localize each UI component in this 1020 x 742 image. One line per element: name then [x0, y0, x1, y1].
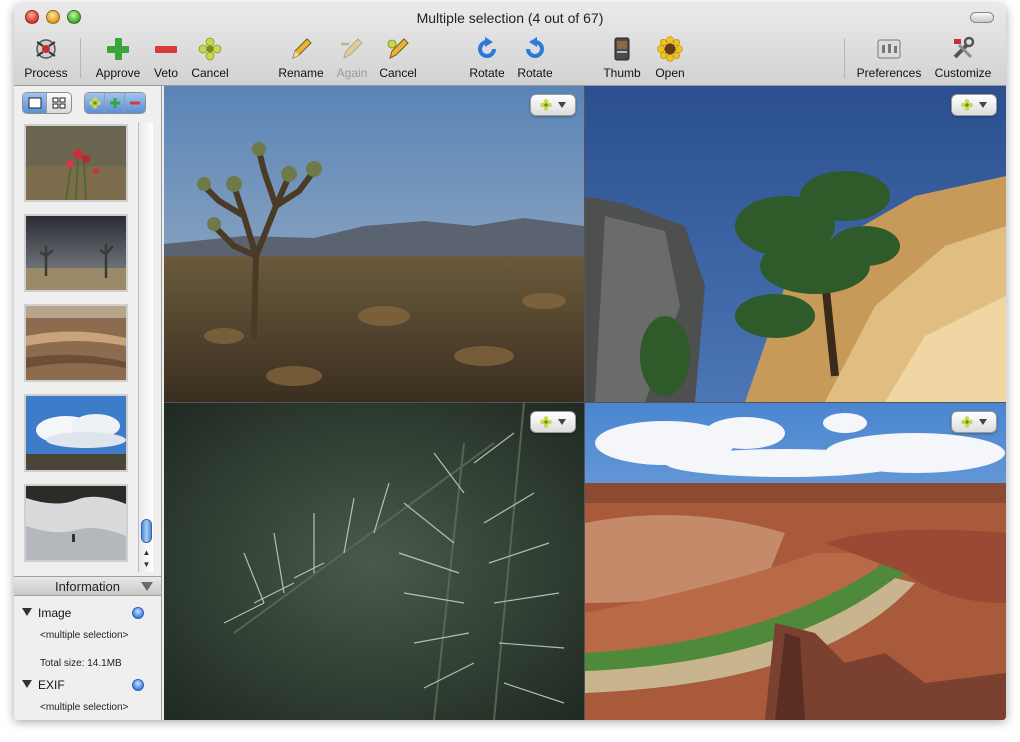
- sunflower-icon: [655, 34, 685, 64]
- image-section-header[interactable]: Image: [22, 606, 71, 620]
- title-bar[interactable]: Multiple selection (4 out of 67): [14, 4, 1006, 32]
- total-size-value: Total size: 14.1MB: [40, 658, 122, 669]
- minus-filter-icon[interactable]: [125, 93, 145, 113]
- image-cell-canyon-river[interactable]: [585, 403, 1006, 720]
- process-icon: [31, 34, 61, 64]
- thumb-button[interactable]: Thumb: [600, 34, 644, 80]
- dropdown-caret-icon: [558, 419, 566, 425]
- image-cell-pine-needles[interactable]: [164, 403, 584, 720]
- dropdown-caret-icon: [979, 419, 987, 425]
- flower-icon: [961, 416, 973, 428]
- rotate-counterclockwise-label: Rotate: [517, 66, 553, 80]
- rotate-clockwise-icon: [472, 34, 502, 64]
- flower-icon: [961, 99, 973, 111]
- image-flag-menu[interactable]: [530, 94, 576, 116]
- thumbnail[interactable]: [24, 394, 128, 472]
- app-window: Multiple selection (4 out of 67) Process: [14, 4, 1006, 720]
- open-button[interactable]: Open: [650, 34, 690, 80]
- image-grid: [164, 86, 1006, 720]
- cancel-flag-button[interactable]: Cancel: [190, 34, 230, 80]
- image-flag-menu[interactable]: [530, 411, 576, 433]
- rotate-counterclockwise-icon: [520, 34, 550, 64]
- plus-filter-icon[interactable]: [105, 93, 125, 113]
- exif-section-title: EXIF: [38, 678, 65, 692]
- scroll-down-arrow-icon[interactable]: ▼: [139, 558, 154, 571]
- tools-icon: [948, 34, 978, 64]
- window-chrome: Multiple selection (4 out of 67) Process: [14, 4, 1006, 86]
- single-view-icon[interactable]: [23, 93, 47, 113]
- rotate-clockwise-label: Rotate: [469, 66, 505, 80]
- approve-button[interactable]: Approve: [94, 34, 142, 80]
- minus-icon: [151, 34, 181, 64]
- cancel-rename-button[interactable]: Cancel: [376, 34, 420, 80]
- flower-icon: [195, 34, 225, 64]
- disclosure-triangle-icon[interactable]: [22, 680, 32, 688]
- image-cell-pine-on-cliff[interactable]: [585, 86, 1006, 402]
- toolbar: Process Approve Veto Cancel Rename Again…: [14, 32, 1006, 86]
- pencil-again-icon: [337, 34, 367, 64]
- info-action-icon[interactable]: [132, 607, 144, 619]
- thumbnail[interactable]: [24, 484, 128, 562]
- cancel-rename-label: Cancel: [379, 66, 417, 80]
- scrollbar-knob[interactable]: [141, 519, 152, 543]
- rotate-clockwise-button[interactable]: Rotate: [466, 34, 508, 80]
- process-button[interactable]: Process: [24, 34, 68, 80]
- preferences-button[interactable]: Preferences: [854, 34, 924, 80]
- pencil-icon: [286, 34, 316, 64]
- flower-icon: [540, 416, 552, 428]
- exif-section-value: <multiple selection>: [40, 702, 129, 713]
- rename-label: Rename: [278, 66, 324, 80]
- customize-button[interactable]: Customize: [930, 34, 996, 80]
- cancel-flag-label: Cancel: [191, 66, 229, 80]
- toolbar-separator: [844, 38, 845, 78]
- image-flag-menu[interactable]: [951, 94, 997, 116]
- process-label: Process: [24, 66, 68, 80]
- sidebar: ▲ ▼ Information Image <multiple selectio…: [14, 86, 162, 720]
- dropdown-caret-icon: [979, 102, 987, 108]
- information-title: Information: [54, 579, 121, 594]
- approve-label: Approve: [95, 66, 141, 80]
- grid-view-icon[interactable]: [47, 93, 71, 113]
- flower-icon: [540, 99, 552, 111]
- rotate-counterclockwise-button[interactable]: Rotate: [514, 34, 556, 80]
- veto-button[interactable]: Veto: [148, 34, 184, 80]
- preferences-icon: [874, 34, 904, 64]
- open-label: Open: [655, 66, 685, 80]
- toolbar-toggle-button[interactable]: [970, 12, 994, 23]
- rename-button[interactable]: Rename: [276, 34, 326, 80]
- thumbnail[interactable]: [24, 304, 128, 382]
- thumb-label: Thumb: [603, 66, 641, 80]
- toolbar-separator: [80, 38, 81, 78]
- again-button[interactable]: Again: [332, 34, 372, 80]
- flower-filter-icon[interactable]: [85, 93, 105, 113]
- image-section-value: <multiple selection>: [40, 630, 129, 641]
- exif-section-header[interactable]: EXIF: [22, 678, 65, 692]
- collapse-triangle-icon[interactable]: [141, 582, 153, 591]
- thumb-icon: [607, 34, 637, 64]
- image-section-title: Image: [38, 606, 72, 620]
- thumbnail[interactable]: [24, 214, 128, 292]
- again-label: Again: [336, 66, 368, 80]
- dropdown-caret-icon: [558, 102, 566, 108]
- disclosure-triangle-icon[interactable]: [22, 608, 32, 616]
- customize-label: Customize: [934, 66, 992, 80]
- pencil-cancel-icon: [383, 34, 413, 64]
- thumbnail-scrollbar[interactable]: ▲ ▼: [138, 122, 153, 572]
- thumbnail[interactable]: [24, 124, 128, 202]
- flag-filter-segmented: [84, 92, 146, 114]
- plus-icon: [103, 34, 133, 64]
- preferences-label: Preferences: [856, 66, 922, 80]
- information-header[interactable]: Information: [14, 576, 161, 596]
- window-title: Multiple selection (4 out of 67): [416, 10, 604, 26]
- image-cell-joshua-tree[interactable]: [164, 86, 584, 402]
- info-action-icon[interactable]: [132, 679, 144, 691]
- view-mode-segmented: [22, 92, 72, 114]
- veto-label: Veto: [153, 66, 179, 80]
- image-flag-menu[interactable]: [951, 411, 997, 433]
